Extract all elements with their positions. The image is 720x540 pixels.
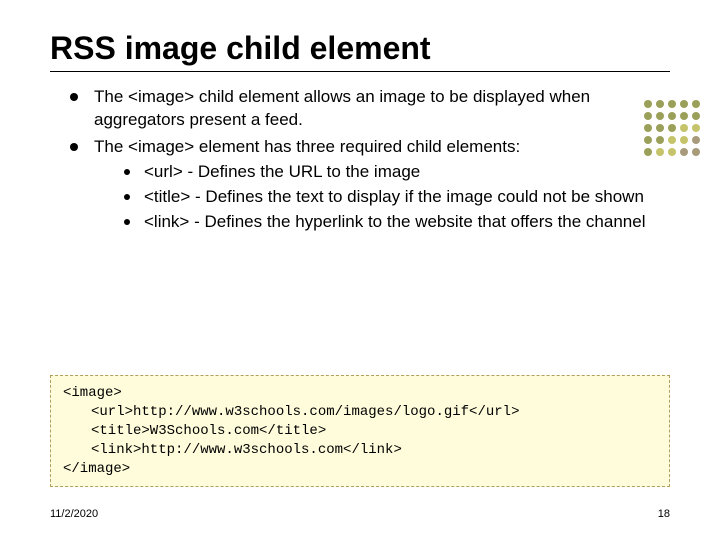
sub-bullet-text: <link> - Defines the hyperlink to the we… xyxy=(144,212,645,231)
title-underline xyxy=(50,71,670,72)
code-line: <link>http://www.w3schools.com</link> xyxy=(91,442,402,458)
list-item: <url> - Defines the URL to the image xyxy=(124,161,670,184)
sub-bullet-text: <title> - Defines the text to display if… xyxy=(144,187,644,206)
code-line: <image> xyxy=(63,385,122,401)
code-example: <image> <url>http://www.w3schools.com/im… xyxy=(50,375,670,487)
bullet-list: The <image> child element allows an imag… xyxy=(70,86,670,234)
code-line: <title>W3Schools.com</title> xyxy=(91,423,326,439)
list-item: <title> - Defines the text to display if… xyxy=(124,186,670,209)
list-item: <link> - Defines the hyperlink to the we… xyxy=(124,211,670,234)
sub-bullet-text: <url> - Defines the URL to the image xyxy=(144,162,420,181)
code-line: <url>http://www.w3schools.com/images/log… xyxy=(91,404,519,420)
slide: RSS image child element The <image> chil… xyxy=(0,0,720,540)
sub-bullet-list: <url> - Defines the URL to the image <ti… xyxy=(124,161,670,234)
list-item: The <image> child element allows an imag… xyxy=(70,86,670,132)
list-item: The <image> element has three required c… xyxy=(70,136,670,234)
footer-date: 11/2/2020 xyxy=(50,508,98,520)
bullet-text: The <image> child element allows an imag… xyxy=(94,87,590,129)
bullet-text: The <image> element has three required c… xyxy=(94,137,520,156)
code-line: </image> xyxy=(63,461,130,477)
page-title: RSS image child element xyxy=(50,30,670,67)
page-number: 18 xyxy=(658,508,670,520)
